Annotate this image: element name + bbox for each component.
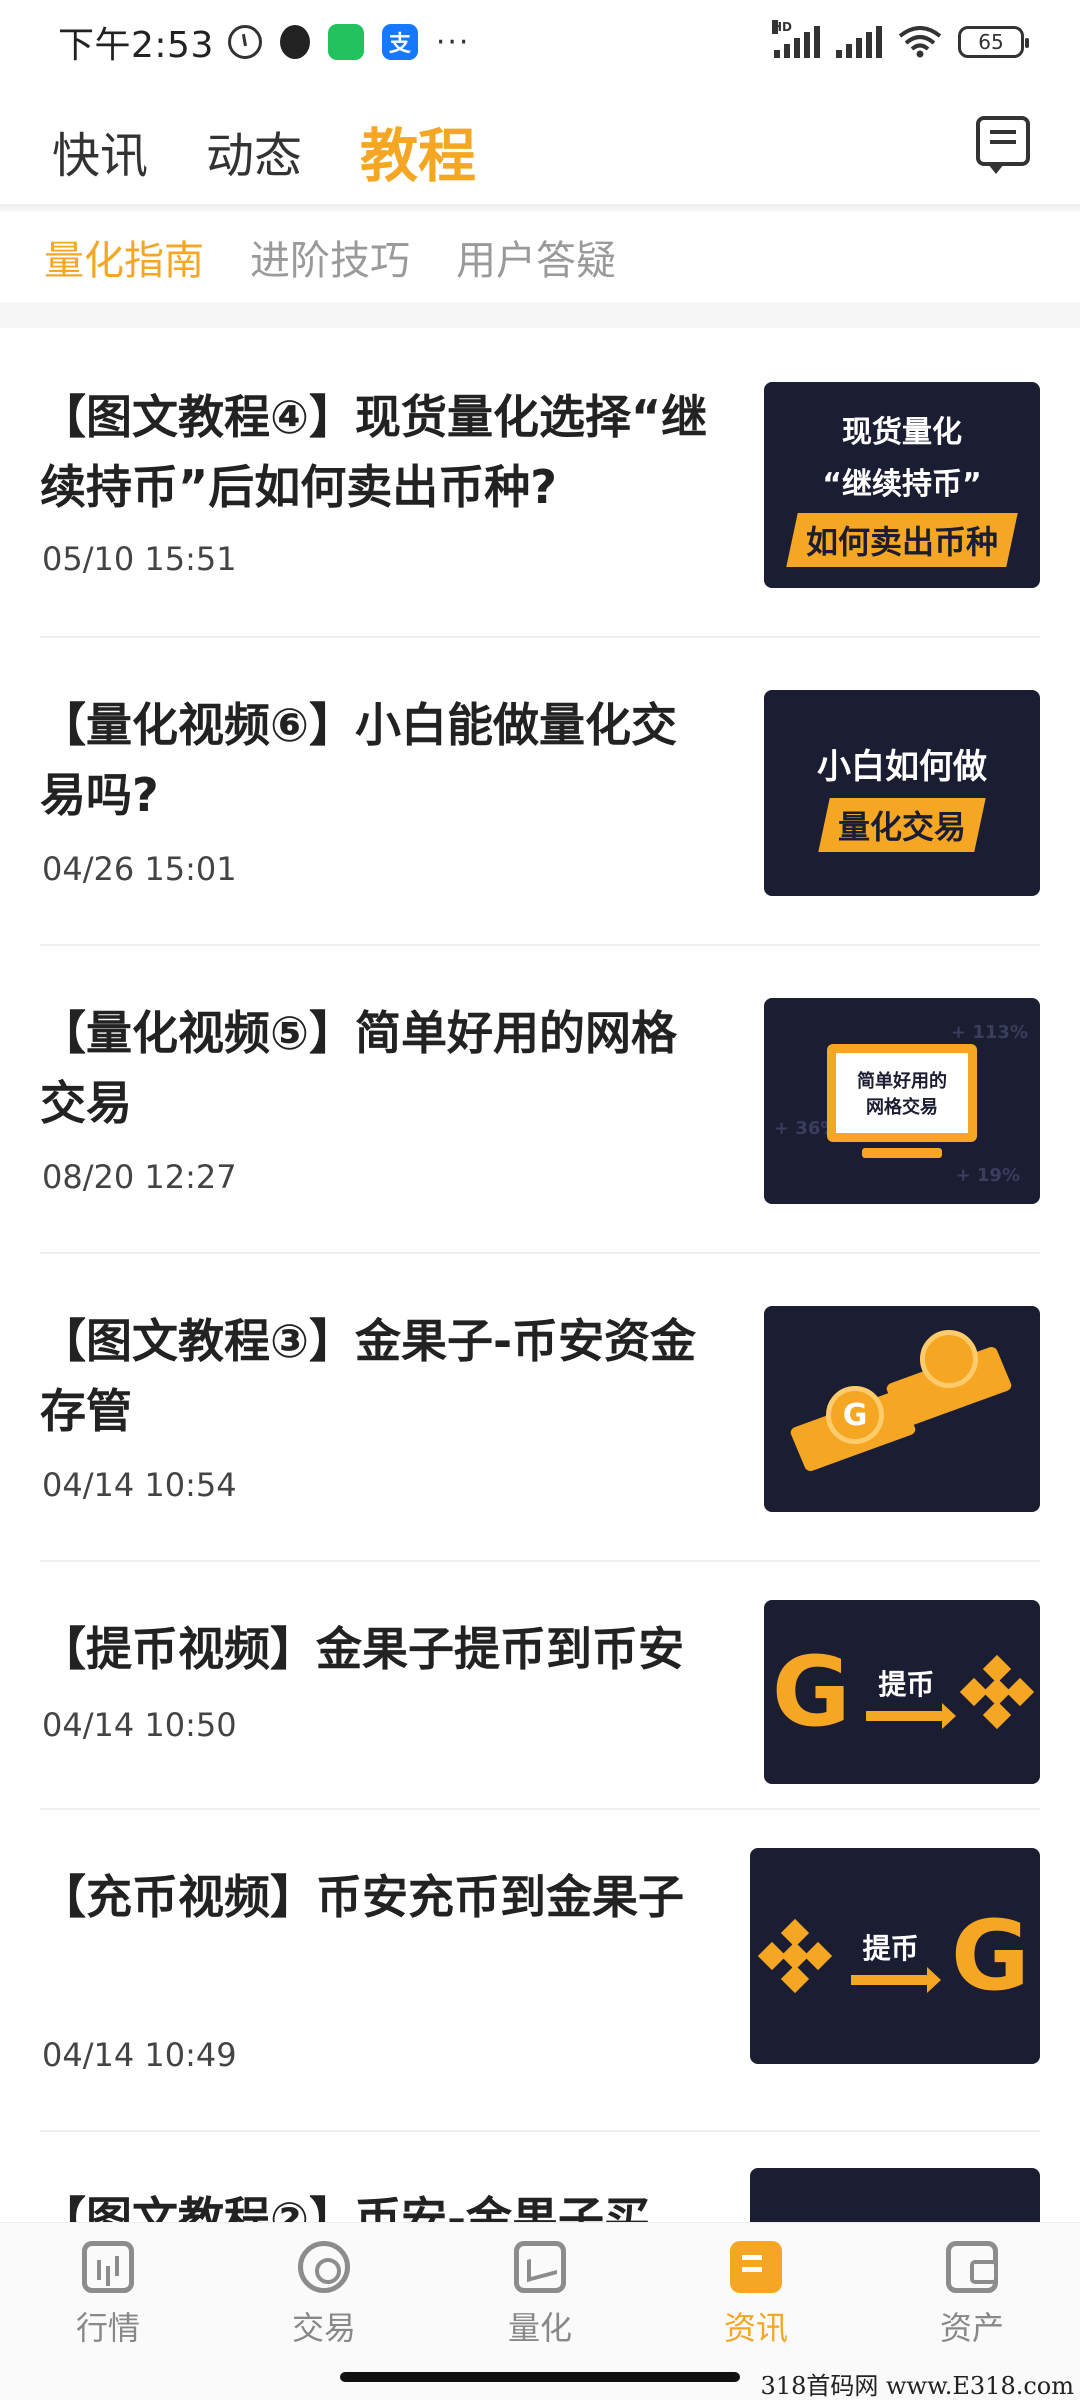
status-right: HD 65 <box>772 20 1029 58</box>
wechat-icon <box>327 24 364 60</box>
jinguozi-logo-icon: G <box>950 1900 1030 2012</box>
status-bar: 下午2:53 支 ··· HD 65 <box>0 0 1080 84</box>
nav-market[interactable]: 行情 <box>38 2241 178 2400</box>
message-icon[interactable] <box>976 116 1030 174</box>
transfer-label: 提币 <box>862 1932 919 1965</box>
article-title: 【提币视频】金果子提币到币安 <box>40 1622 684 1676</box>
article-title: 【图文教程②】币安-金果子买 <box>40 2192 651 2222</box>
monitor-illustration: 简单好用的 网格交易 <box>827 1044 977 1142</box>
jinguozi-logo-icon: G <box>771 1636 851 1748</box>
thumb-text: “继续持币” <box>822 467 982 502</box>
section-divider <box>0 302 1080 328</box>
notification-icons: 支 ··· <box>227 24 471 60</box>
thumb-band: 量化交易 <box>818 797 986 852</box>
monitor-screen: 简单好用的 网格交易 <box>836 1053 968 1133</box>
thumb-text: 网格交易 <box>866 1097 938 1118</box>
nav-label: 量化 <box>507 2309 572 2347</box>
tab-updates[interactable]: 动态 <box>206 116 302 186</box>
article-title: 【充币视频】币安充币到金果子 <box>40 1870 684 1924</box>
arrow-right-icon <box>866 1703 957 1729</box>
article-time: 04/14 10:50 <box>42 1706 237 1744</box>
quant-icon <box>514 2241 566 2293</box>
article-title: 【量化视频⑥】小白能做量化交易吗? <box>40 698 677 822</box>
article-title: 【图文教程③】金果子-币安资金存管 <box>40 1314 697 1438</box>
article-time: 04/14 10:49 <box>42 2036 237 2074</box>
wallet-icon <box>946 2241 998 2293</box>
thumb-band-text: 如何卖出币种 <box>805 523 998 561</box>
hd-label: HD <box>772 20 793 34</box>
coin-icon: G <box>826 1386 884 1444</box>
article-time: 05/10 15:51 <box>42 540 237 578</box>
article-title: 【图文教程④】现货量化选择“继续持币”后如何卖出币种? <box>40 390 708 514</box>
list-item[interactable]: 【量化视频⑤】简单好用的网格交易 08/20 12:27 + 113% + 36… <box>40 946 1040 1254</box>
qq-icon <box>279 25 310 59</box>
article-thumbnail: 提币 G <box>750 1848 1040 2064</box>
subtab-quant-guide[interactable]: 量化指南 <box>44 228 204 286</box>
article-time: 04/26 15:01 <box>42 850 237 888</box>
nav-label: 资讯 <box>723 2309 788 2347</box>
tab-flash-news[interactable]: 快讯 <box>52 116 148 186</box>
article-list: 【图文教程④】现货量化选择“继续持币”后如何卖出币种? 05/10 15:51 … <box>0 328 1080 2222</box>
list-item[interactable]: 【量化视频⑥】小白能做量化交易吗? 04/26 15:01 小白如何做 量化交易 <box>40 638 1040 946</box>
article-thumbnail: G <box>764 1306 1040 1512</box>
article-time: 08/20 12:27 <box>42 1158 237 1196</box>
binance-logo-icon <box>758 1918 833 1994</box>
article-time: 04/14 10:54 <box>42 1466 237 1504</box>
arrow-right-icon <box>850 1967 941 1993</box>
thumb-band-text: 量化交易 <box>837 807 966 846</box>
thumb-text: 现货量化 <box>842 415 962 450</box>
article-thumbnail: 小白如何做 量化交易 <box>764 690 1040 896</box>
subtab-advanced-tips[interactable]: 进阶技巧 <box>250 228 410 286</box>
watermark: 318首码网 www.E318.com <box>760 2372 1074 2400</box>
battery-icon: 65 <box>958 26 1029 58</box>
alarm-icon <box>227 25 262 59</box>
monitor-stand <box>862 1148 942 1158</box>
tab-tutorials[interactable]: 教程 <box>360 109 476 193</box>
article-thumbnail: + 113% + 36% + 19% 简单好用的 网格交易 <box>764 998 1040 1204</box>
home-indicator[interactable] <box>340 2372 740 2382</box>
list-item[interactable]: 【充币视频】币安充币到金果子 04/14 10:49 提币 G <box>40 1810 1040 2132</box>
signal-icon <box>836 26 882 58</box>
nav-label: 资产 <box>939 2309 1004 2347</box>
article-thumbnail <box>750 2168 1040 2222</box>
article-thumbnail: G 提币 <box>764 1600 1040 1784</box>
more-notifications-icon: ··· <box>435 24 471 60</box>
transfer-arrow: 提币 <box>850 1927 941 1993</box>
list-item[interactable]: 【提币视频】金果子提币到币安 04/14 10:50 G 提币 <box>40 1562 1040 1810</box>
thumb-text: 简单好用的 <box>857 1071 947 1092</box>
nav-divider <box>0 204 1080 212</box>
signal-hd-icon: HD <box>772 20 820 58</box>
transfer-arrow: 提币 <box>866 1663 957 1729</box>
article-thumbnail: 现货量化 “继续持币” 如何卖出币种 <box>764 382 1040 588</box>
list-item[interactable]: 【图文教程④】现货量化选择“继续持币”后如何卖出币种? 05/10 15:51 … <box>40 328 1040 638</box>
top-tabs: 快讯 动态 教程 <box>0 96 1080 206</box>
chart-icon <box>82 2241 134 2293</box>
sub-tabs: 量化指南 进阶技巧 用户答疑 <box>0 212 1080 302</box>
alipay-icon: 支 <box>381 24 418 60</box>
thumb-deco: + 19% <box>955 1165 1020 1186</box>
nav-label: 交易 <box>291 2309 356 2347</box>
article-title: 【量化视频⑤】简单好用的网格交易 <box>40 1006 677 1130</box>
thumb-band: 如何卖出币种 <box>786 513 1018 567</box>
subtab-user-faq[interactable]: 用户答疑 <box>456 228 616 286</box>
wifi-icon <box>898 26 942 58</box>
status-time: 下午2:53 <box>58 25 214 66</box>
binance-coin-icon <box>920 1330 978 1388</box>
thumb-deco: + 113% <box>951 1022 1028 1043</box>
news-icon <box>730 2241 782 2293</box>
binance-logo-icon <box>959 1654 1035 1730</box>
list-item[interactable]: 【图文教程③】金果子-币安资金存管 04/14 10:54 G <box>40 1254 1040 1562</box>
nav-label: 行情 <box>75 2309 140 2347</box>
thumb-text: 小白如何做 <box>817 746 987 787</box>
list-item[interactable]: 【图文教程②】币安-金果子买 <box>40 2132 1040 2222</box>
transfer-label: 提币 <box>878 1668 935 1701</box>
trade-icon <box>298 2241 350 2293</box>
